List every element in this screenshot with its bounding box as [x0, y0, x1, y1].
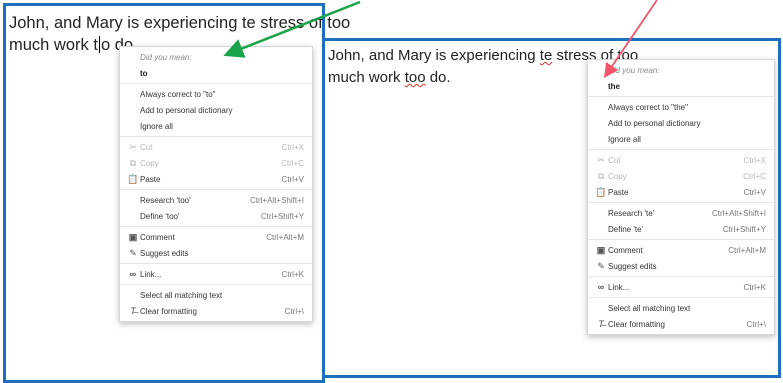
cut-item[interactable]: ✂ Cut Ctrl+X [120, 139, 312, 155]
select-matching-item[interactable]: Select all matching text [120, 287, 312, 303]
define-item[interactable]: Define 'too' Ctrl+Shift+Y [120, 208, 312, 224]
paste-item[interactable]: 📋 Paste Ctrl+V [120, 171, 312, 187]
suggestion-item[interactable]: the [588, 78, 774, 94]
clear-formatting-item[interactable]: T̶ Clear formatting Ctrl+\ [120, 303, 312, 319]
comment-icon: ▣ [128, 231, 138, 242]
link-item[interactable]: ∞ Link... Ctrl+K [120, 266, 312, 282]
research-item[interactable]: Research 'te' Ctrl+Alt+Shift+I [588, 205, 774, 221]
doc-line-1: John, and Mary is experiencing te stress… [9, 14, 351, 32]
copy-icon: ⧉ [597, 170, 605, 181]
comment-icon: ▣ [596, 244, 606, 255]
clear-formatting-item[interactable]: T̶ Clear formatting Ctrl+\ [588, 316, 774, 332]
clear-formatting-icon: T̶ [130, 306, 136, 316]
did-you-mean-label: Did you mean: [140, 52, 192, 62]
doc-line-2-before-caret: much work t [9, 36, 98, 54]
misspelled-word-too[interactable]: too [405, 69, 426, 86]
clear-formatting-icon: T̶ [598, 319, 604, 329]
link-item[interactable]: ∞ Link... Ctrl+K [588, 279, 774, 295]
left-screenshot-panel: John, and Mary is experiencing te stress… [3, 3, 350, 383]
right-screenshot-panel: John, and Mary is experiencing te stress… [322, 38, 781, 378]
paste-item[interactable]: 📋 Paste Ctrl+V [588, 184, 774, 200]
text-caret [98, 36, 100, 53]
spellcheck-context-menu: Did you mean: the Always correct to "the… [587, 59, 775, 335]
add-to-dictionary-item[interactable]: Add to personal dictionary [120, 102, 312, 118]
ignore-all-item[interactable]: Ignore all [120, 118, 312, 134]
comment-item[interactable]: ▣ Comment Ctrl+Alt+M [120, 229, 312, 245]
suggest-edits-item[interactable]: ✎ Suggest edits [120, 245, 312, 261]
suggestion-item[interactable]: to [120, 65, 312, 81]
paste-icon: 📋 [127, 173, 139, 184]
misspelled-word-te[interactable]: te [540, 47, 553, 64]
copy-icon: ⧉ [129, 157, 137, 168]
add-to-dictionary-item[interactable]: Add to personal dictionary [588, 115, 774, 131]
always-correct-item[interactable]: Always correct to "the" [588, 99, 774, 115]
select-matching-item[interactable]: Select all matching text [588, 300, 774, 316]
cut-item[interactable]: ✂ Cut Ctrl+X [588, 152, 774, 168]
paste-icon: 📋 [595, 186, 607, 197]
link-icon: ∞ [597, 282, 605, 292]
suggest-edits-icon: ✎ [597, 260, 605, 271]
cut-icon: ✂ [597, 154, 605, 165]
cut-icon: ✂ [129, 141, 137, 152]
define-item[interactable]: Define 'te' Ctrl+Shift+Y [588, 221, 774, 237]
comment-item[interactable]: ▣ Comment Ctrl+Alt+M [588, 242, 774, 258]
spellcheck-context-menu: Did you mean: to Always correct to "to" … [119, 46, 313, 322]
suggest-edits-icon: ✎ [129, 247, 137, 258]
research-item[interactable]: Research 'too' Ctrl+Alt+Shift+I [120, 192, 312, 208]
copy-item[interactable]: ⧉ Copy Ctrl+C [588, 168, 774, 184]
suggest-edits-item[interactable]: ✎ Suggest edits [588, 258, 774, 274]
copy-item[interactable]: ⧉ Copy Ctrl+C [120, 155, 312, 171]
ignore-all-item[interactable]: Ignore all [588, 131, 774, 147]
always-correct-item[interactable]: Always correct to "to" [120, 86, 312, 102]
link-icon: ∞ [129, 269, 137, 279]
did-you-mean-label: Did you mean: [608, 65, 660, 75]
